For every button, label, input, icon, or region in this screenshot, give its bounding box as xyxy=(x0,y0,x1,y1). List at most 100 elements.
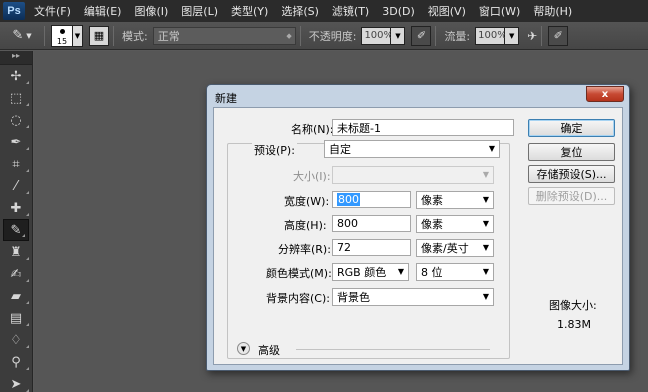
color-mode-select[interactable]: RGB 颜色 ▼ xyxy=(332,263,409,281)
mode-label: 模式: xyxy=(122,29,148,43)
lasso-tool-icon[interactable]: ◌ xyxy=(0,109,32,131)
tools-panel-grip[interactable]: ▸▸ xyxy=(0,51,32,65)
pressure-opacity-icon[interactable]: ✐ xyxy=(411,25,432,46)
divider xyxy=(113,25,114,46)
brush-size-picker[interactable]: 15 xyxy=(51,24,73,47)
background-value: 背景色 xyxy=(337,291,370,304)
background-select[interactable]: 背景色 ▼ xyxy=(332,288,494,306)
airbrush-icon[interactable]: ✈ xyxy=(527,29,537,43)
brush-tool-icon[interactable]: ✎ xyxy=(3,219,29,241)
divider xyxy=(435,25,437,46)
menu-file[interactable]: 文件(F) xyxy=(34,3,71,19)
spot-heal-tool-icon[interactable]: ✚ xyxy=(0,197,32,219)
bit-depth-value: 8 位 xyxy=(421,266,443,279)
photoshop-logo: Ps xyxy=(3,2,25,20)
image-size-label: 图像大小: xyxy=(549,299,597,312)
menu-select[interactable]: 选择(S) xyxy=(281,3,319,19)
reset-button[interactable]: 复位 xyxy=(528,143,615,161)
height-unit-value: 像素 xyxy=(421,218,443,231)
advanced-toggle-icon[interactable]: ▼ xyxy=(237,342,250,355)
brush-size-dropdown[interactable]: ▼ xyxy=(73,24,83,47)
move-tool-icon[interactable]: ✢ xyxy=(0,65,32,87)
menu-type[interactable]: 类型(Y) xyxy=(231,3,268,19)
chevron-down-icon: ▼ xyxy=(482,170,489,179)
history-brush-tool-icon[interactable]: ✍ xyxy=(0,263,32,285)
height-label: 高度(H): xyxy=(284,219,327,232)
crop-tool-icon[interactable]: ⌗ xyxy=(0,153,32,175)
save-preset-button[interactable]: 存储预设(S)... xyxy=(528,165,615,183)
opacity-dropdown[interactable]: ▼ xyxy=(391,26,406,45)
chevron-down-icon: ▼ xyxy=(397,267,404,276)
chevron-updown-icon: ◆ xyxy=(286,31,292,40)
name-label: 名称(N): xyxy=(291,123,334,136)
eraser-tool-icon[interactable]: ▰ xyxy=(0,285,32,307)
mode-select[interactable]: 正常 ◆ xyxy=(152,26,296,45)
preset-value: 自定 xyxy=(329,143,351,156)
divider xyxy=(44,25,45,46)
brush-size-value: 15 xyxy=(56,36,68,46)
divider xyxy=(299,25,301,46)
height-input[interactable]: 800 xyxy=(332,215,411,232)
pressure-size-icon[interactable]: ✐ xyxy=(548,25,569,46)
menu-3d[interactable]: 3D(D) xyxy=(382,5,415,18)
width-input[interactable]: 800 xyxy=(332,191,411,208)
brush-panel-toggle-icon[interactable]: ▦ xyxy=(89,25,109,46)
chevron-down-icon: ▼ xyxy=(488,144,495,153)
size-select: ▼ xyxy=(332,166,494,184)
brush-tip-icon xyxy=(60,28,65,34)
flow-label: 流量: xyxy=(444,29,471,43)
menu-filter[interactable]: 滤镜(T) xyxy=(332,3,369,19)
pen-tool-icon[interactable]: ➤ xyxy=(0,373,32,392)
divider xyxy=(296,349,490,350)
name-input[interactable]: 未标题-1 xyxy=(332,119,514,136)
opacity-input[interactable]: 100% xyxy=(361,26,393,45)
clone-stamp-tool-icon[interactable]: ♜ xyxy=(0,241,32,263)
dodge-tool-icon[interactable]: ⚲ xyxy=(0,351,32,373)
gradient-tool-icon[interactable]: ▤ xyxy=(0,307,32,329)
height-unit-select[interactable]: 像素 ▼ xyxy=(416,215,494,233)
resolution-input[interactable]: 72 xyxy=(332,239,411,256)
color-mode-value: RGB 颜色 xyxy=(337,266,387,279)
brush-preset-icon: ✎ xyxy=(12,28,24,43)
dialog-title: 新建 xyxy=(215,92,237,105)
flow-dropdown[interactable]: ▼ xyxy=(505,26,520,45)
chevron-down-icon: ▼ xyxy=(482,267,489,276)
color-mode-label: 颜色模式(M): xyxy=(266,267,332,280)
bit-depth-select[interactable]: 8 位 ▼ xyxy=(416,263,494,281)
opacity-label: 不透明度: xyxy=(308,29,357,43)
options-bar: ✎ ▼ 15 ▼ ▦ 模式: 正常 ◆ 不透明度: 100% ▼ ✐ 流量: 1… xyxy=(0,22,648,50)
advanced-label[interactable]: 高级 xyxy=(258,342,280,358)
menu-edit[interactable]: 编辑(E) xyxy=(84,3,122,19)
delete-preset-button: 删除预设(D)... xyxy=(528,187,615,205)
new-document-dialog: 新建 x 名称(N): 未标题-1 预设(P): 自定 ▼ 大小(I): ▼ 宽… xyxy=(206,84,630,371)
tools-panel: ▸▸ ✢ ⬚ ◌ ✒ ⌗ ⁄ ✚ ✎ ♜ ✍ ▰ ▤ ♢ ⚲ ➤ xyxy=(0,51,33,392)
flow-input[interactable]: 100% xyxy=(475,26,507,45)
ok-button[interactable]: 确定 xyxy=(528,119,615,137)
width-unit-value: 像素 xyxy=(421,194,443,207)
marquee-tool-icon[interactable]: ⬚ xyxy=(0,87,32,109)
menu-view[interactable]: 视图(V) xyxy=(428,3,466,19)
eyedropper-tool-icon[interactable]: ⁄ xyxy=(0,175,32,197)
chevron-down-icon: ▼ xyxy=(482,243,489,252)
close-icon[interactable]: x xyxy=(586,86,624,102)
background-label: 背景内容(C): xyxy=(266,292,330,305)
width-label: 宽度(W): xyxy=(284,195,330,208)
size-label: 大小(I): xyxy=(293,170,331,183)
menu-image[interactable]: 图像(I) xyxy=(134,3,168,19)
menu-window[interactable]: 窗口(W) xyxy=(479,3,520,19)
chevron-down-icon: ▼ xyxy=(482,219,489,228)
menu-layer[interactable]: 图层(L) xyxy=(181,3,218,19)
mode-value: 正常 xyxy=(157,29,180,43)
menu-bar: Ps 文件(F) 编辑(E) 图像(I) 图层(L) 类型(Y) 选择(S) 滤… xyxy=(0,0,648,22)
menu-help[interactable]: 帮助(H) xyxy=(533,3,572,19)
tool-preset-picker[interactable]: ✎ ▼ xyxy=(4,26,40,46)
chevron-down-icon: ▼ xyxy=(26,31,32,40)
resolution-unit-select[interactable]: 像素/英寸 ▼ xyxy=(416,239,494,257)
blur-tool-icon[interactable]: ♢ xyxy=(0,329,32,351)
quick-select-tool-icon[interactable]: ✒ xyxy=(0,131,32,153)
width-value: 800 xyxy=(337,193,360,206)
preset-select[interactable]: 自定 ▼ xyxy=(324,140,500,158)
resolution-label: 分辨率(R): xyxy=(278,243,331,256)
width-unit-select[interactable]: 像素 ▼ xyxy=(416,191,494,209)
dialog-body: 名称(N): 未标题-1 预设(P): 自定 ▼ 大小(I): ▼ 宽度(W):… xyxy=(213,107,623,365)
